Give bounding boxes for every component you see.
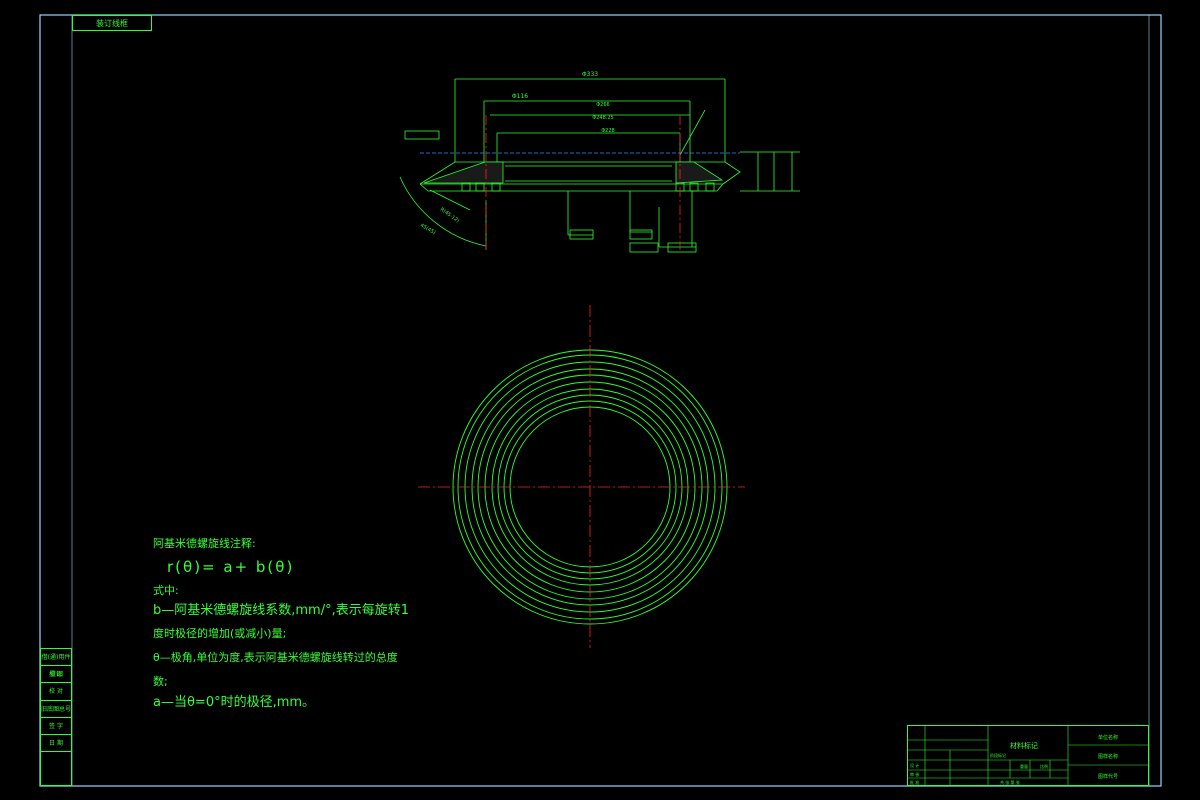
notes-heading: 阿基米德螺旋线注释: <box>153 537 256 550</box>
title-block <box>907 725 1149 786</box>
dim-angle2-label: 45(45) <box>419 223 436 237</box>
side-cell-old-number: 旧底图总号 <box>41 701 71 718</box>
side-cell-proof: 校 对 <box>41 683 71 701</box>
notes-where: 式中: <box>153 584 179 597</box>
dim-angle1-label: R(45-12) <box>439 207 460 225</box>
side-cell-trace: 描 图 <box>41 666 71 684</box>
dim-left-label: Φ116 <box>512 93 528 100</box>
notes-b-def-2: 度时极径的增加(或减小)量; <box>153 627 287 640</box>
dim-mid1-label: Φ266 <box>596 102 609 108</box>
side-cell-borrow: 借(通)用件登记 <box>41 649 71 678</box>
side-cell-sign: 签 字 <box>41 718 71 735</box>
dim-inner-label: Φ228 <box>601 128 614 134</box>
plan-centerlines <box>418 305 745 648</box>
cad-drawing-canvas: Φ333 Φ116 Φ266 Φ248.25 Φ228 R(45-12) 45(… <box>39 14 1162 787</box>
notes-theta-def-2: 数; <box>153 675 168 688</box>
dim-outer-label: Φ333 <box>582 71 598 78</box>
top-left-tag: 装订线框 <box>72 15 152 31</box>
side-registration-table: 借(通)用件登记 描 图 校 对 旧底图总号 签 字 日 期 <box>40 648 72 786</box>
dim-mid2-label: Φ248.25 <box>592 115 613 121</box>
notes-b-def-1: b—阿基米德螺旋线系数,mm/°,表示每旋转1 <box>153 603 409 618</box>
notes-a-def: a—当θ=0°时的极径,mm。 <box>153 695 316 710</box>
notes-theta-def-1: θ—极角,单位为度,表示阿基米德螺旋线转过的总度 <box>153 651 398 664</box>
side-cell-date: 日 期 <box>41 735 71 753</box>
notes-formula: r(θ)= a+ b(θ) <box>167 558 295 576</box>
